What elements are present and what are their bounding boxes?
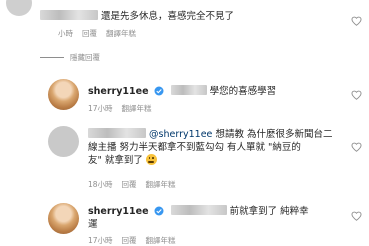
reply-link[interactable]: 回覆	[122, 236, 137, 246]
blurred-text	[170, 205, 227, 215]
comment-text: 還是先多休息，喜感完全不見了	[101, 11, 235, 22]
avatar[interactable]	[6, 0, 32, 16]
reply-2-text-1: 想請教 為什麼很多新聞台二	[215, 129, 333, 140]
hide-replies-toggle[interactable]: 隱藏回覆	[40, 52, 100, 63]
reply-1-time: 17小時	[88, 104, 113, 113]
blurred-username	[88, 128, 146, 138]
verified-badge-icon	[154, 206, 164, 216]
reply-3-body: sherry11ee 前就拿到了 純粹幸 運	[88, 205, 309, 231]
like-heart-icon[interactable]	[351, 211, 362, 221]
translate-link[interactable]: 翻譯年糕	[106, 29, 136, 39]
hide-replies-line	[40, 57, 64, 58]
reply-2-line-1: @sherry11ee 想請教 為什麼很多新聞台二	[88, 128, 346, 141]
translate-link[interactable]: 翻譯年糕	[146, 236, 176, 246]
reply-link[interactable]: 回覆	[122, 180, 137, 190]
avatar-sherry11ee[interactable]	[48, 203, 79, 234]
comment-meta: 小時 回覆 翻譯年糕	[58, 29, 136, 39]
username[interactable]: sherry11ee	[88, 86, 149, 97]
reply-link[interactable]: 回覆	[82, 29, 97, 39]
avatar-sherry11ee[interactable]	[48, 79, 79, 110]
reply-3-text-1: 前就拿到了 純粹幸	[229, 206, 309, 217]
reply-1-meta: 17小時 翻譯年糕	[88, 104, 152, 114]
comment-time: 小時	[58, 29, 73, 38]
reply-3-meta: 17小時 回覆 翻譯年糕	[88, 236, 176, 246]
like-heart-icon[interactable]	[351, 90, 362, 100]
reply-2-meta: 18小時 回覆 翻譯年糕	[88, 180, 176, 190]
reply-2-line-3: 友" 就拿到了	[88, 154, 346, 167]
like-heart-icon[interactable]	[351, 142, 362, 152]
blurred-text	[170, 85, 207, 95]
translate-link[interactable]: 翻譯年糕	[146, 180, 176, 190]
reply-2-time: 18小時	[88, 180, 113, 189]
translate-link[interactable]: 翻譯年糕	[122, 104, 152, 114]
hide-replies-label: 隱藏回覆	[70, 53, 100, 62]
reply-3-line-1: sherry11ee 前就拿到了 純粹幸	[88, 205, 309, 218]
reply-3-line-2: 運	[88, 219, 98, 230]
reply-2-text-3: 友" 就拿到了	[88, 155, 143, 166]
reply-1-text: 學您的喜感學習	[209, 86, 277, 97]
reply-2-line-2: 線主播 努力半天都拿不到藍勾勾 有人單就 "納豆的	[88, 142, 301, 153]
avatar[interactable]	[48, 126, 79, 157]
verified-badge-icon	[154, 86, 164, 96]
mention-link[interactable]: @sherry11ee	[149, 129, 212, 140]
blurred-username	[40, 10, 98, 20]
reply-2-body: @sherry11ee 想請教 為什麼很多新聞台二 線主播 努力半天都拿不到藍勾…	[88, 128, 346, 167]
reply-3-time: 17小時	[88, 236, 113, 245]
reply-1-body: sherry11ee 學您的喜感學習	[88, 85, 276, 98]
grimace-emoji-icon	[145, 154, 157, 165]
username[interactable]: sherry11ee	[88, 206, 149, 217]
comment-text-prefix: 還是先多休息，喜感完全不見了	[40, 10, 234, 23]
like-heart-icon[interactable]	[351, 16, 362, 26]
